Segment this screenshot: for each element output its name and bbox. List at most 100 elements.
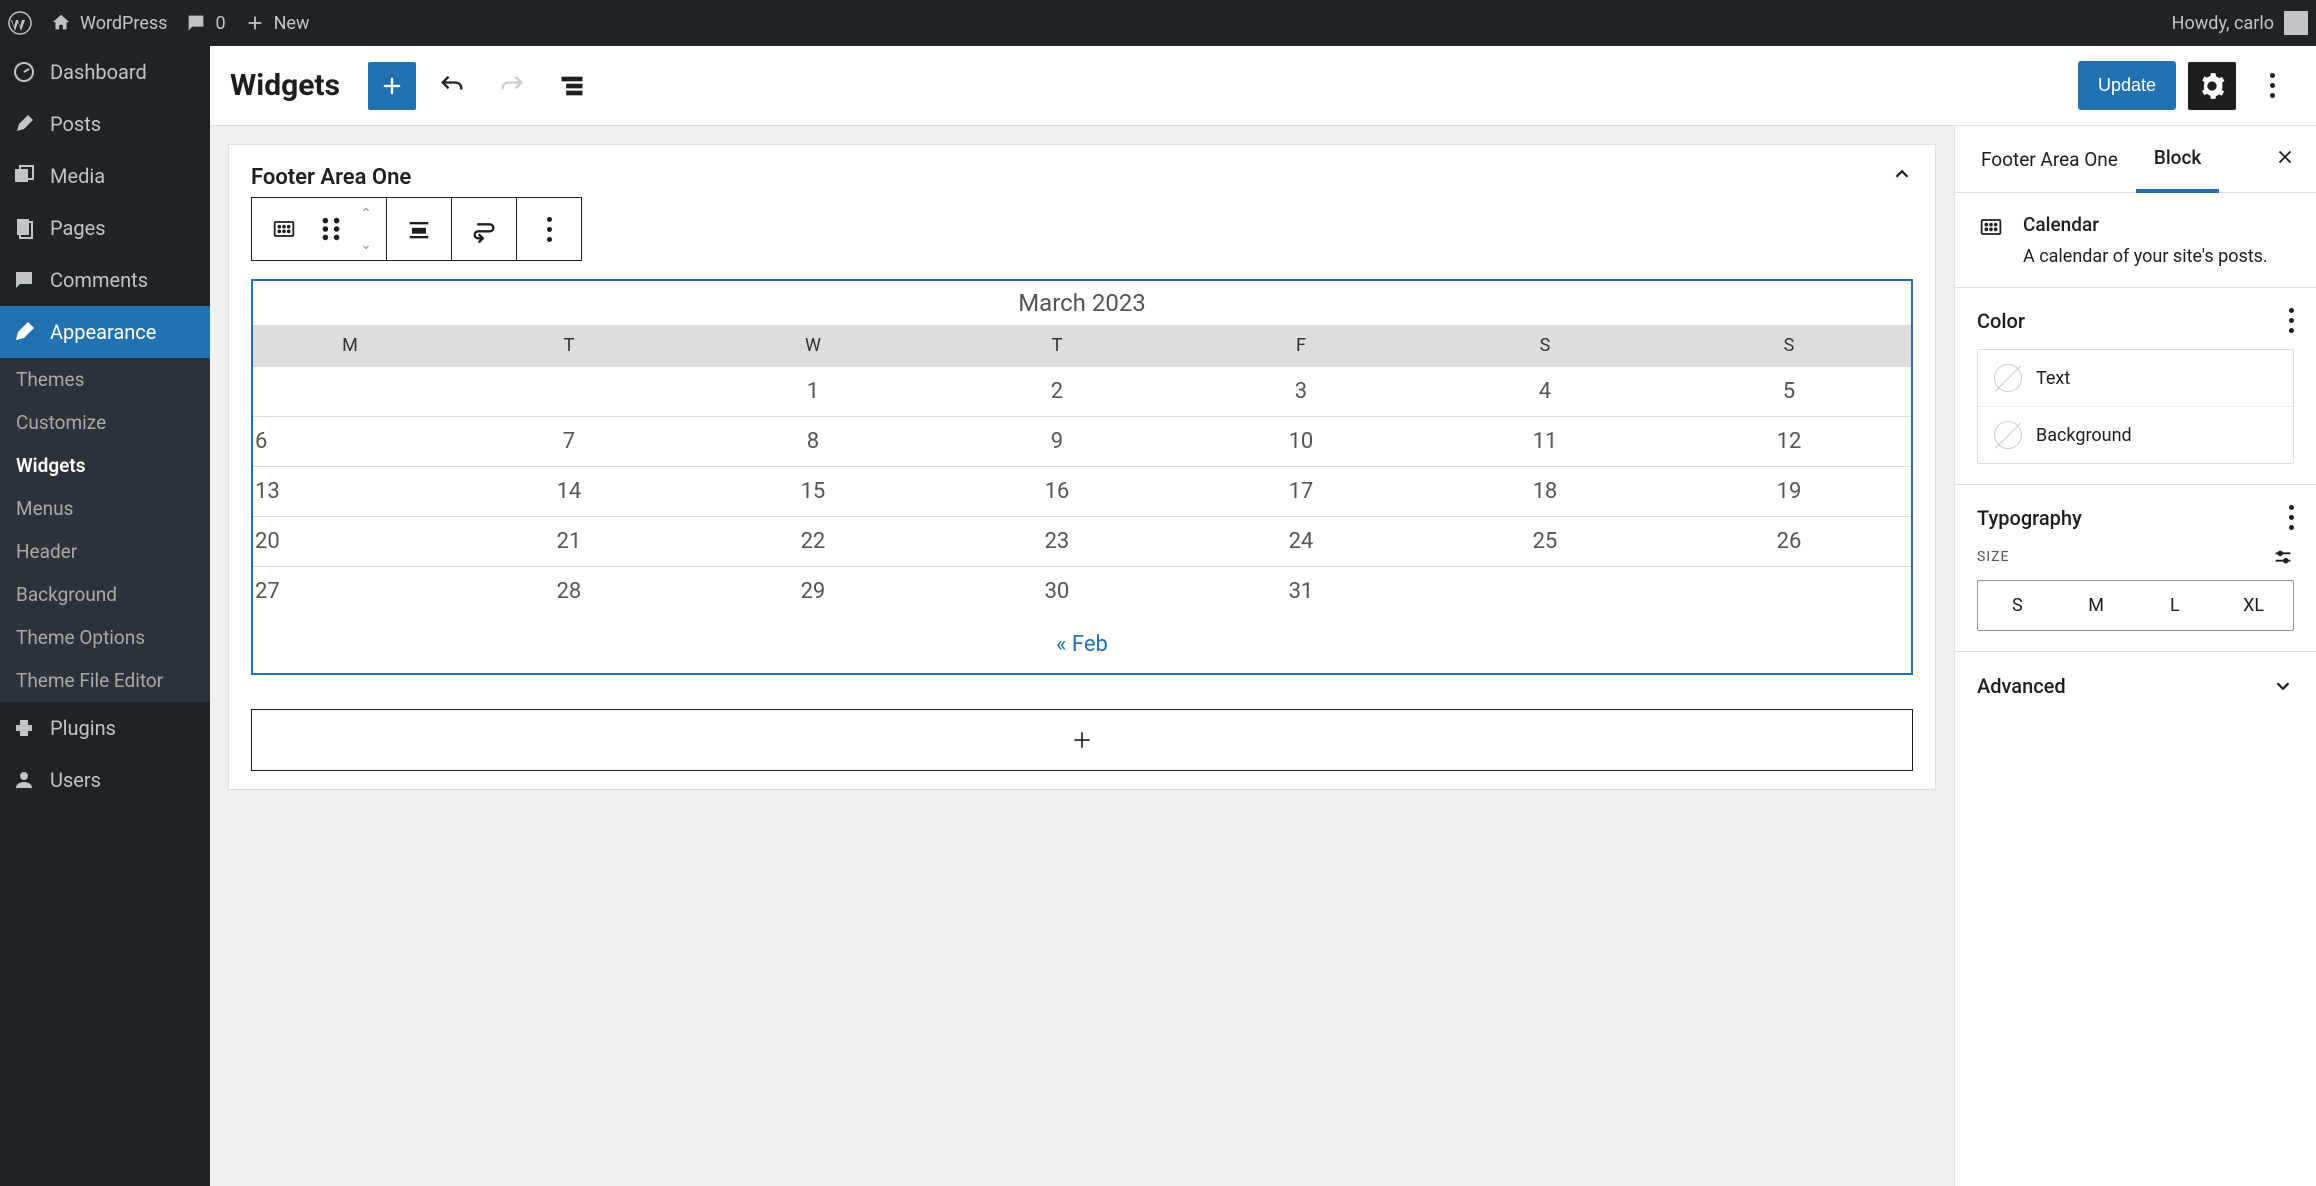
submenu-customize[interactable]: Customize [0,401,210,444]
calendar-icon [1977,213,2005,241]
typography-heading: Typography [1977,506,2082,530]
submenu-themes[interactable]: Themes [0,358,210,401]
typography-options-icon[interactable] [2289,505,2294,530]
comments-link[interactable]: 0 [185,12,225,34]
menu-appearance[interactable]: Appearance [0,306,210,358]
editor-canvas: Footer Area One ⌃⌄ M [210,126,1954,1186]
menu-comments[interactable]: Comments [0,254,210,306]
inspector-sidebar: Footer Area One Block Calendar A calenda… [1954,126,2316,1186]
size-label: SIZE [1977,549,2009,565]
menu-plugins[interactable]: Plugins [0,702,210,754]
calendar-cell: 28 [447,567,691,617]
new-link[interactable]: New [244,12,310,34]
avatar[interactable] [2284,11,2308,35]
calendar-cell: 17 [1179,467,1423,517]
size-l[interactable]: L [2136,581,2215,630]
add-block-inside[interactable] [251,709,1913,771]
options-button[interactable] [2248,62,2296,110]
menu-dashboard[interactable]: Dashboard [0,46,210,98]
sliders-icon[interactable] [2272,546,2294,568]
menu-posts[interactable]: Posts [0,98,210,150]
calendar-cell: 7 [447,417,691,467]
calendar-cell: 5 [1667,367,1911,417]
advanced-toggle[interactable]: Advanced [1955,652,2316,720]
move-up-icon[interactable]: ⌃ [350,198,382,229]
submenu-widgets[interactable]: Widgets [0,444,210,487]
calendar-cell: 8 [691,417,935,467]
calendar-cell: 20 [253,517,447,567]
align-button[interactable] [387,198,451,260]
size-picker: S M L XL [1977,580,2294,631]
close-inspector-icon[interactable] [2262,126,2308,192]
size-m[interactable]: M [2057,581,2136,630]
calendar-cell: 25 [1423,517,1667,567]
calendar-cell: 14 [447,467,691,517]
calendar-cell: 2 [935,367,1179,417]
drag-handle-icon[interactable] [316,198,346,260]
howdy-text[interactable]: Howdy, carlo [2172,13,2274,34]
calendar-day-header: F [1179,325,1423,367]
block-type-icon[interactable] [252,198,316,260]
calendar-prev-link[interactable]: « Feb [1056,632,1108,657]
calendar-cell: 4 [1423,367,1667,417]
inspector-tab-block[interactable]: Block [2136,126,2219,193]
chevron-down-icon [2272,675,2294,697]
swatch-icon [1994,364,2022,392]
submenu-theme-options[interactable]: Theme Options [0,616,210,659]
color-heading: Color [1977,309,2025,333]
calendar-day-header: S [1423,325,1667,367]
inspector-tab-area[interactable]: Footer Area One [1963,128,2136,191]
calendar-table: MTWTFSS 12345678910111213141516171819202… [253,325,1911,616]
size-s[interactable]: S [1978,581,2057,630]
collapse-icon[interactable] [1891,163,1913,191]
menu-pages[interactable]: Pages [0,202,210,254]
move-to-button[interactable] [452,198,516,260]
calendar-cell: 29 [691,567,935,617]
calendar-cell: 1 [691,367,935,417]
block-description: A calendar of your site's posts. [2023,246,2268,267]
submenu-theme-file-editor[interactable]: Theme File Editor [0,659,210,702]
menu-media[interactable]: Media [0,150,210,202]
calendar-cell: 6 [253,417,447,467]
calendar-day-header: W [691,325,935,367]
calendar-cell: 31 [1179,567,1423,617]
calendar-cell: 26 [1667,517,1911,567]
calendar-block[interactable]: March 2023 MTWTFSS 123456789101112131415… [251,279,1913,675]
calendar-cell: 18 [1423,467,1667,517]
calendar-day-header: T [935,325,1179,367]
update-button[interactable]: Update [2078,61,2176,110]
color-bg-item[interactable]: Background [1978,406,2293,463]
editor-main: Widgets Update Footer Area One [210,46,2316,1186]
calendar-cell: 13 [253,467,447,517]
move-down-icon[interactable]: ⌄ [350,229,382,260]
wp-logo[interactable] [8,11,32,35]
color-text-item[interactable]: Text [1978,350,2293,406]
calendar-cell: 22 [691,517,935,567]
menu-users[interactable]: Users [0,754,210,806]
submenu-header[interactable]: Header [0,530,210,573]
calendar-cell: 10 [1179,417,1423,467]
calendar-cell: 19 [1667,467,1911,517]
swatch-icon [1994,421,2022,449]
site-link[interactable]: WordPress [50,12,167,34]
list-view-button[interactable] [548,62,596,110]
color-options-icon[interactable] [2289,308,2294,333]
calendar-cell: 24 [1179,517,1423,567]
settings-button[interactable] [2188,62,2236,110]
redo-button[interactable] [488,62,536,110]
add-block-button[interactable] [368,62,416,110]
block-movers[interactable]: ⌃⌄ [346,198,386,260]
block-options-button[interactable] [517,198,581,260]
size-xl[interactable]: XL [2214,581,2293,630]
undo-button[interactable] [428,62,476,110]
submenu-background[interactable]: Background [0,573,210,616]
submenu-menus[interactable]: Menus [0,487,210,530]
widget-area-title: Footer Area One [251,165,411,190]
calendar-caption: March 2023 [253,281,1911,325]
calendar-cell: 3 [1179,367,1423,417]
block-title: Calendar [2023,213,2268,236]
calendar-day-header: T [447,325,691,367]
calendar-cell: 30 [935,567,1179,617]
page-title: Widgets [230,68,340,103]
block-toolbar: ⌃⌄ [251,197,582,261]
